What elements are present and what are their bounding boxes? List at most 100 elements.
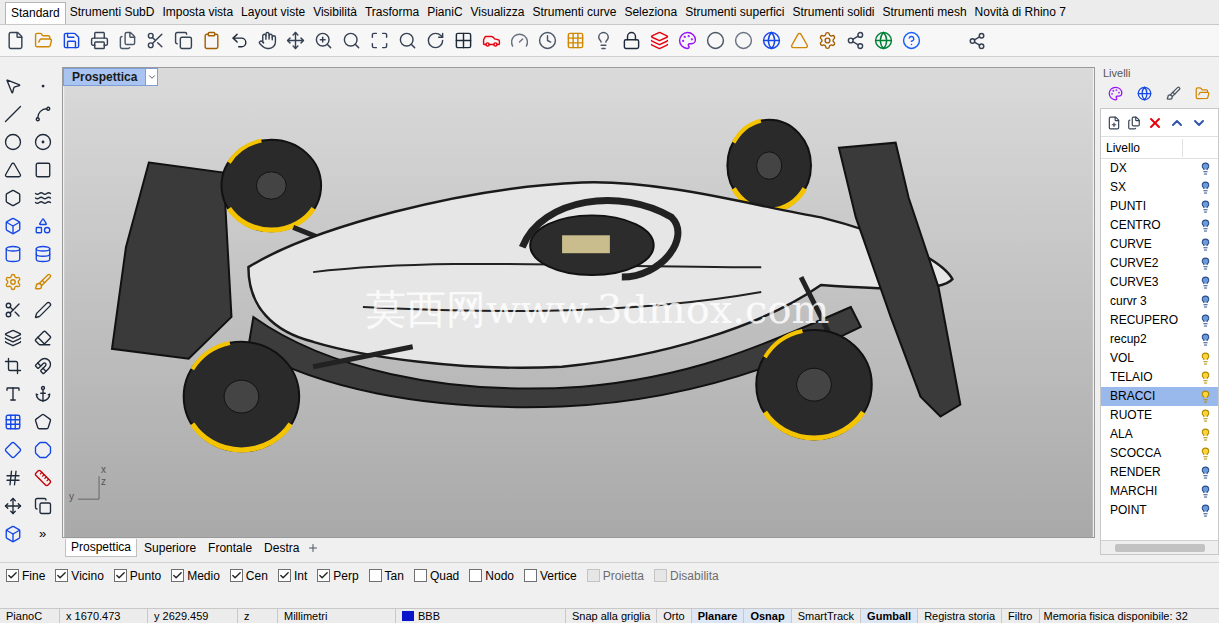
viewport-tab[interactable]: Destra [259,540,304,557]
snapshot-icon[interactable] [967,31,987,51]
grid-icon[interactable] [565,31,585,51]
osnap-checkbox[interactable]: Medio [171,567,220,585]
move-up-icon[interactable] [1169,115,1185,131]
tool-icon[interactable] [32,495,53,516]
add-viewport-icon[interactable] [306,541,320,555]
layer-visibility-icon[interactable] [1199,409,1212,422]
menu-tab[interactable]: Trasforma [361,2,423,24]
tool-icon[interactable] [2,327,23,348]
cut-icon[interactable] [145,31,165,51]
new-file-icon[interactable] [5,31,25,51]
layer-row[interactable]: PUNTI [1101,197,1218,216]
rendered-icon[interactable] [733,31,753,51]
tool-icon[interactable] [32,75,53,96]
tool-icon[interactable] [2,187,23,208]
save-icon[interactable] [61,31,81,51]
layer-visibility-icon[interactable] [1199,276,1212,289]
layer-row[interactable]: TELAIO [1101,368,1218,387]
move-down-icon[interactable] [1191,115,1207,131]
menu-tab[interactable]: Visualizza [467,2,529,24]
tool-icon[interactable] [2,439,23,460]
new-layer-icon[interactable] [1107,116,1121,130]
shaded-icon[interactable] [705,31,725,51]
tool-icon[interactable] [2,103,23,124]
status-toggle[interactable]: Osnap [744,609,791,623]
layer-visibility-icon[interactable] [1199,238,1212,251]
layer-visibility-icon[interactable] [1199,295,1212,308]
tool-icon[interactable] [2,523,23,544]
layer-row[interactable]: ALA [1101,425,1218,444]
zoom-icon[interactable] [313,31,333,51]
layer-row[interactable]: CURVE [1101,235,1218,254]
menu-tab[interactable]: Strumenti curve [528,2,620,24]
layer-row[interactable]: recup2 [1101,330,1218,349]
light-icon[interactable] [789,31,809,51]
layer-row[interactable]: POINT [1101,501,1218,520]
menu-tab[interactable]: Seleziona [620,2,681,24]
move-icon[interactable] [285,31,305,51]
layer-row[interactable]: VOL [1101,349,1218,368]
osnap-checkbox[interactable]: Punto [114,567,161,585]
copy-files-icon[interactable] [117,31,137,51]
tool-icon[interactable] [2,355,23,376]
tool-icon[interactable] [32,299,53,320]
current-layer[interactable]: BBB [396,609,566,623]
render-icon[interactable] [761,31,781,51]
cplane[interactable]: PianoC [0,609,60,623]
rotate-view-icon[interactable] [425,31,445,51]
bulb-icon[interactable] [593,31,613,51]
tool-icon[interactable] [32,187,53,208]
tool-icon[interactable] [32,131,53,152]
osnap-checkbox[interactable]: Vicino [55,567,103,585]
layer-visibility-icon[interactable] [1199,314,1212,327]
layer-visibility-icon[interactable] [1199,162,1212,175]
tool-icon[interactable] [32,103,53,124]
viewport-menu-icon[interactable] [145,69,157,85]
menu-tab[interactable]: Standard [5,2,66,24]
menu-tab[interactable]: Strumenti SubD [66,2,159,24]
zoom-window-icon[interactable] [341,31,361,51]
layer-row[interactable]: curvr 3 [1101,292,1218,311]
pan-icon[interactable] [257,31,277,51]
paste-icon[interactable] [201,31,221,51]
world-icon[interactable] [873,31,893,51]
menu-tab[interactable]: Strumenti solidi [789,2,879,24]
layer-row[interactable]: RECUPERO [1101,311,1218,330]
status-toggle[interactable]: Orto [657,609,691,623]
tool-icon[interactable] [32,159,53,180]
material-icon[interactable] [1137,86,1152,101]
tool-icon[interactable] [2,159,23,180]
viewport-title[interactable]: Prospettica [63,68,158,86]
tool-icon[interactable] [2,75,23,96]
car-icon[interactable] [481,31,501,51]
tool-icon[interactable] [2,383,23,404]
undo-icon[interactable] [229,31,249,51]
viewport-tab[interactable]: Prospettica [65,539,137,557]
viewport-tab[interactable]: Frontale [203,540,257,557]
layer-row[interactable]: DX [1101,159,1218,178]
status-toggle[interactable]: Snap alla griglia [566,609,657,623]
menu-tab[interactable]: Strumenti mesh [879,2,971,24]
options-icon[interactable] [817,31,837,51]
tool-icon[interactable] [32,271,53,292]
brush-icon[interactable] [1166,86,1181,101]
layers-icon[interactable] [649,31,669,51]
osnap-checkbox[interactable]: Vertice [524,567,577,585]
tool-icon[interactable] [2,299,23,320]
tool-icon[interactable] [2,411,23,432]
tool-icon[interactable] [2,131,23,152]
layer-visibility-icon[interactable] [1199,200,1212,213]
layer-row[interactable]: CURVE3 [1101,273,1218,292]
osnap-checkbox[interactable]: Fine [6,567,45,585]
status-toggle[interactable]: Registra storia [918,609,1002,623]
folder-icon[interactable] [1195,86,1210,101]
layer-row[interactable]: RUOTE [1101,406,1218,425]
layer-visibility-icon[interactable] [1199,333,1212,346]
layer-visibility-icon[interactable] [1199,219,1212,232]
tool-icon[interactable] [32,215,53,236]
layer-visibility-icon[interactable] [1199,504,1212,517]
lock-icon[interactable] [621,31,641,51]
menu-tab[interactable]: Novità di Rhino 7 [971,2,1070,24]
osnap-checkbox[interactable]: Tan [369,567,404,585]
new-sublayer-icon[interactable] [1127,116,1141,130]
